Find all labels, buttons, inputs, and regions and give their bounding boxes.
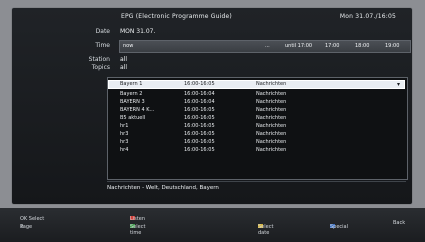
time-label: Time (95, 42, 110, 49)
programme-title: Nachrichten (256, 123, 287, 129)
programme-time: 16:00-16:05 (184, 123, 215, 129)
channel-name: Bayern 2 (120, 91, 143, 97)
timebar-slot-17[interactable]: 17:00 (325, 43, 339, 49)
date-label: Date (95, 28, 110, 35)
topics-value[interactable]: all (120, 64, 127, 71)
special-label: Special (330, 224, 349, 230)
programme-info: Nachrichten - Welt, Deutschland, Bayern (107, 181, 406, 195)
channel-name: hr3 (120, 139, 129, 145)
programme-title: Nachrichten (256, 107, 287, 113)
listen-label: Listen (130, 216, 145, 222)
clock-datetime: Mon 31.07./16:05 (339, 13, 396, 20)
programme-title: Nachrichten (256, 115, 287, 121)
programme-list[interactable]: Bayern 1 16:00-16:05 Nachrichten ▾ Bayer… (107, 77, 408, 180)
screen: EPG (Electronic Programme Guide) Mon 31.… (0, 0, 425, 242)
list-item[interactable]: hr3 16:00-16:05 Nachrichten (108, 130, 405, 138)
list-item[interactable]: hr1 16:00-16:05 Nachrichten (108, 122, 405, 130)
topics-label: Topics (91, 64, 110, 71)
page-title: EPG (Electronic Programme Guide) (121, 13, 232, 20)
programme-time: 16:00-16:04 (184, 99, 215, 105)
programme-time: 16:00-16:05 (184, 147, 215, 153)
footer-bar: OK Select ⇕ Page Listen Select time Sele… (0, 208, 425, 242)
programme-title: Nachrichten (256, 131, 287, 137)
list-item[interactable]: hr3 16:00-16:05 Nachrichten (108, 138, 405, 146)
channel-name: hr1 (120, 123, 129, 129)
programme-title: Nachrichten (256, 81, 287, 87)
select-hint[interactable]: OK Select (20, 216, 44, 222)
list-item[interactable]: hr4 16:00-16:05 Nachrichten (108, 146, 405, 154)
timebar-slot-18[interactable]: 18:00 (355, 43, 369, 49)
page-label: Page (20, 224, 33, 230)
select-time-label: Select time (130, 224, 146, 236)
channel-name: BAYERN 4 K... (120, 107, 155, 113)
time-selector[interactable]: now ... until 17:00 17:00 18:00 19:00 (119, 40, 411, 53)
timebar-until[interactable]: until 17:00 (285, 43, 312, 49)
programme-title: Nachrichten (256, 139, 287, 145)
programme-time: 16:00-16:05 (184, 139, 215, 145)
list-item[interactable]: BAYERN 3 16:00-16:04 Nachrichten (108, 98, 405, 106)
programme-title: Nachrichten (256, 91, 287, 97)
programme-title: Nachrichten (256, 147, 287, 153)
channel-name: hr3 (120, 131, 129, 137)
select-date-label: Select date (258, 224, 274, 236)
back-button[interactable]: Back (393, 220, 405, 226)
channel-name: Bayern 1 (120, 81, 143, 87)
programme-time: 16:00-16:05 (184, 131, 215, 137)
programme-time: 16:00-16:05 (184, 81, 215, 87)
chevron-down-icon[interactable]: ▾ (397, 80, 400, 89)
programme-time: 16:00-16:05 (184, 115, 215, 121)
channel-name: hr4 (120, 147, 129, 153)
list-item[interactable]: BAYERN 4 K... 16:00-16:05 Nachrichten (108, 106, 405, 114)
timebar-slot-19[interactable]: 19:00 (385, 43, 399, 49)
channel-name: B5 aktuell (120, 115, 146, 121)
programme-time: 16:00-16:05 (184, 107, 215, 113)
station-label: Station (88, 56, 110, 63)
channel-name: BAYERN 3 (120, 99, 145, 105)
station-value[interactable]: all (120, 56, 127, 63)
list-item[interactable]: B5 aktuell 16:00-16:05 Nachrichten (108, 114, 405, 122)
list-item-selected[interactable]: Bayern 1 16:00-16:05 Nachrichten ▾ (108, 80, 405, 89)
title-bar: EPG (Electronic Programme Guide) Mon 31.… (12, 8, 412, 25)
list-item[interactable]: Bayern 2 16:00-16:04 Nachrichten (108, 90, 405, 98)
time-value: now (123, 43, 134, 49)
programme-title: Nachrichten (256, 99, 287, 105)
programme-time: 16:00-16:04 (184, 91, 215, 97)
timebar-ellipsis: ... (265, 43, 270, 49)
date-value[interactable]: MON 31.07. (120, 28, 155, 35)
